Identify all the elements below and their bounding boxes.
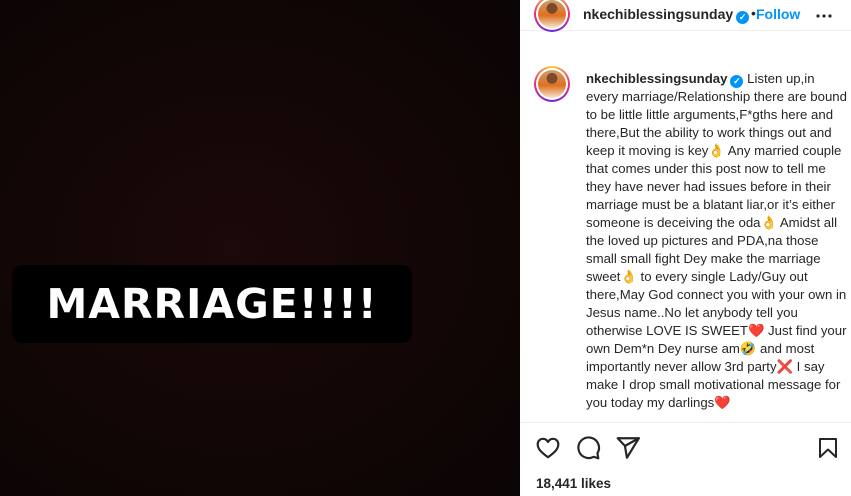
heart-icon[interactable]	[535, 435, 561, 461]
likes-count[interactable]: 18,441 likes	[536, 476, 611, 491]
caption-author-avatar[interactable]	[534, 66, 570, 102]
media-overlay-text: MARRIAGE!!!!	[46, 279, 378, 328]
author-username-text[interactable]: nkechiblessingsunday	[583, 6, 733, 22]
verified-badge-icon: ✓	[730, 75, 744, 88]
follow-button[interactable]: Follow	[756, 6, 800, 22]
share-icon[interactable]	[615, 435, 641, 461]
author-username[interactable]: nkechiblessingsunday ✓	[583, 6, 750, 24]
post-caption: nkechiblessingsunday ✓ Listen up,in every…	[520, 56, 851, 422]
post-side-panel: nkechiblessingsunday ✓ • Follow nkechible…	[520, 0, 851, 496]
post-media[interactable]: MARRIAGE!!!!	[0, 0, 520, 496]
more-options-icon[interactable]	[816, 8, 832, 29]
caption-body: Listen up,in every marriage/Relationship…	[586, 71, 847, 410]
author-avatar[interactable]	[534, 0, 570, 32]
verified-badge-icon: ✓	[736, 11, 750, 24]
caption-scrollbar[interactable]	[847, 126, 850, 422]
comment-icon[interactable]	[575, 435, 601, 461]
media-text-banner: MARRIAGE!!!!	[12, 265, 412, 343]
post-header: nkechiblessingsunday ✓ • Follow	[520, 0, 851, 32]
bookmark-icon[interactable]	[816, 435, 842, 461]
post-actions	[520, 422, 851, 472]
caption-username[interactable]: nkechiblessingsunday	[586, 71, 727, 86]
caption-text: nkechiblessingsunday ✓ Listen up,in every…	[586, 70, 848, 412]
